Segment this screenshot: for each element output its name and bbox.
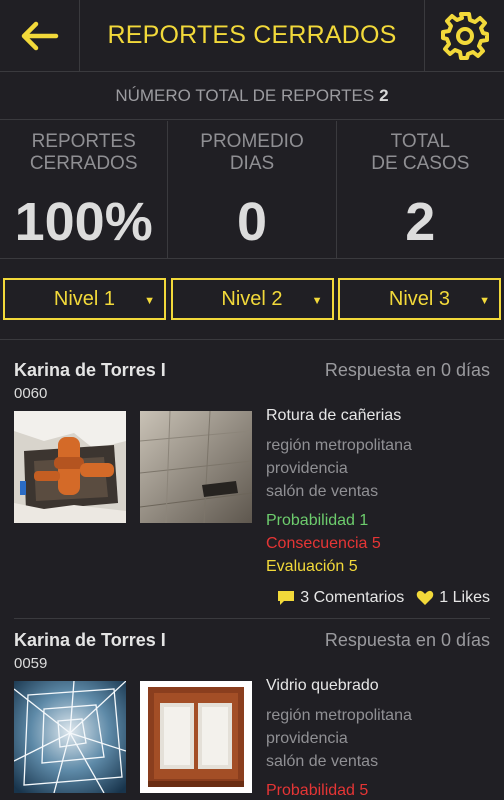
heart-icon[interactable]: [416, 590, 434, 606]
dropdown-caret-icon: ▼: [311, 295, 323, 307]
stat-closed-reports: REPORTES CERRADOS 100%: [0, 121, 169, 258]
comment-icon[interactable]: [277, 590, 295, 606]
stat-total-cases: TOTAL DE CASOS 2: [337, 121, 504, 258]
likes-count[interactable]: 1 Likes: [439, 589, 490, 607]
report-title: Vidrio quebrado: [266, 677, 379, 694]
gear-icon: [440, 12, 489, 60]
report-photo-ceiling[interactable]: [140, 411, 252, 523]
report-photo-window[interactable]: [140, 681, 252, 793]
stat-value: 0: [236, 192, 268, 252]
probability-label: Probabilidad 1: [266, 512, 369, 529]
total-reports-bar: NÚMERO TOTAL DE REPORTES 2: [0, 73, 504, 120]
stat-label: TOTAL DE CASOS: [371, 131, 470, 174]
level-label: Nivel 2: [221, 287, 283, 310]
report-code: 0060: [14, 385, 48, 402]
probability-label: Probabilidad 5: [266, 782, 369, 799]
total-reports-value: 2: [379, 86, 389, 105]
level-filters: Nivel 1 ▼ Nivel 2 ▼ Nivel 3 ▼: [0, 278, 504, 320]
level-2-dropdown[interactable]: Nivel 2 ▼: [170, 278, 334, 320]
report-commune: providencia: [266, 730, 348, 747]
dropdown-caret-icon: ▼: [479, 295, 490, 307]
reporter-name: Karina de Torres I: [14, 360, 166, 380]
level-3-dropdown[interactable]: Nivel 3 ▼: [338, 278, 501, 320]
report-code: 0059: [14, 655, 48, 672]
stat-value: 2: [405, 192, 436, 252]
dropdown-caret-icon: ▼: [144, 295, 155, 307]
report-region: región metropolitana: [266, 437, 412, 454]
card-separator: [14, 618, 490, 619]
report-place: salón de ventas: [266, 483, 379, 500]
evaluation-label: Evaluación 5: [266, 558, 358, 575]
settings-button[interactable]: [424, 0, 504, 72]
report-photo-pipe[interactable]: [14, 411, 126, 523]
arrow-left-icon: [21, 21, 58, 51]
report-card[interactable]: Karina de Torres I Respuesta en 0 días 0…: [0, 620, 504, 800]
page-title: REPORTES CERRADOS: [107, 21, 397, 49]
total-reports-label: NÚMERO TOTAL DE REPORTES: [115, 86, 375, 105]
report-social: 3 Comentarios 1 Likes: [277, 589, 490, 607]
consequence-label: Consecuencia 5: [266, 535, 381, 552]
stat-label: REPORTES CERRADOS: [29, 131, 138, 174]
stats-panel: REPORTES CERRADOS 100% PROMEDIO DIAS 0 T…: [0, 121, 504, 259]
response-time: Respuesta en 0 días: [324, 630, 490, 650]
stat-average-days: PROMEDIO DIAS 0: [168, 121, 337, 258]
level-label: Nivel 3: [388, 287, 451, 310]
report-photo-broken-glass[interactable]: [14, 681, 126, 793]
report-commune: providencia: [266, 460, 348, 477]
back-button[interactable]: [0, 0, 80, 72]
comments-count[interactable]: 3 Comentarios: [300, 589, 404, 607]
response-time: Respuesta en 0 días: [324, 360, 490, 380]
app-header: REPORTES CERRADOS: [0, 0, 504, 72]
report-place: salón de ventas: [266, 753, 379, 770]
stat-value: 100%: [14, 192, 153, 252]
report-title: Rotura de cañerias: [266, 407, 402, 424]
reporter-name: Karina de Torres I: [14, 630, 166, 650]
stat-label: PROMEDIO DIAS: [200, 131, 304, 174]
report-region: región metropolitana: [266, 707, 412, 724]
level-1-dropdown[interactable]: Nivel 1 ▼: [3, 278, 166, 320]
report-card[interactable]: Karina de Torres I Respuesta en 0 días 0…: [0, 340, 504, 620]
level-label: Nivel 1: [53, 287, 116, 310]
